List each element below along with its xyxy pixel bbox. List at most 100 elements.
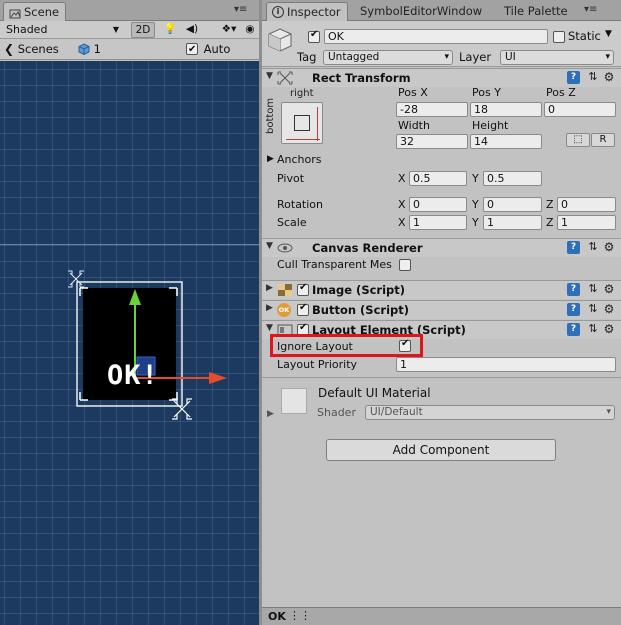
anchor-preset-button[interactable] (281, 102, 323, 144)
scene-viewport[interactable]: OK! (0, 61, 259, 625)
auto-save-checkbox[interactable] (186, 41, 198, 58)
add-component-button[interactable]: Add Component (326, 439, 556, 461)
preset-icon[interactable]: ⇅ (586, 283, 600, 296)
rect-transform-title: Rect Transform (312, 71, 411, 85)
anchor-preset-top-label: right (290, 88, 314, 99)
pos-z-field[interactable]: 0 (544, 102, 616, 117)
scale-z-field[interactable]: 1 (557, 215, 616, 230)
scale-x-label: X (398, 216, 406, 229)
button-ok-icon-text: OK (278, 306, 290, 314)
tab-inspector-label: Inspector (287, 5, 341, 19)
pos-y-field[interactable]: 18 (470, 102, 542, 117)
shader-dropdown[interactable]: UI/Default (365, 405, 615, 420)
scene-panel: Scene ▾≡ Shaded ▼ 2D 💡 ◀) ❖▾ ◉ ❮ Scenes (0, 0, 259, 625)
fold-down-icon[interactable]: ▼ (266, 323, 273, 333)
help-icon[interactable]: ? (567, 241, 580, 254)
help-icon[interactable]: ? (567, 323, 580, 336)
lighting-toggle[interactable]: 💡 (160, 22, 180, 38)
tab-symbol-editor[interactable]: SymbolEditorWindow (354, 2, 488, 21)
pivot-x-label: X (398, 172, 406, 185)
scene-tab[interactable]: Scene (3, 2, 67, 21)
rotation-y-field[interactable]: 0 (483, 197, 542, 212)
button-enabled-checkbox[interactable] (297, 302, 309, 316)
active-checkbox[interactable] (308, 29, 320, 43)
gameobject-cube-icon (267, 27, 293, 53)
preset-icon[interactable]: ⇅ (586, 303, 600, 316)
pivot-x-field[interactable]: 0.5 (409, 171, 467, 186)
fold-right-icon[interactable]: ▶ (266, 303, 273, 313)
button-script-header[interactable]: ▶ OK Button (Script) ? ⇅ ⚙ (262, 300, 621, 319)
preset-icon[interactable]: ⇅ (586, 323, 600, 336)
chevron-down-icon[interactable]: ▼ (605, 29, 612, 39)
prefab-count: 1 (93, 42, 101, 56)
image-script-header[interactable]: ▶ Image (Script) ? ⇅ ⚙ (262, 280, 621, 299)
fold-right-icon[interactable]: ▶ (266, 283, 273, 293)
pos-x-field[interactable]: -28 (396, 102, 468, 117)
panel-menu-icon[interactable]: ▾≡ (584, 3, 597, 17)
blueprint-mode-button[interactable]: ⬚ (566, 133, 590, 147)
static-checkbox[interactable] (553, 31, 565, 43)
prefab-crumb[interactable]: 1 (78, 41, 101, 58)
anchor-preset-square-icon (294, 115, 310, 131)
fold-right-icon[interactable]: ▶ (267, 409, 274, 419)
auto-save-toggle[interactable]: Auto Save (186, 41, 259, 73)
shading-mode-dropdown[interactable]: Shaded ▼ (2, 22, 122, 38)
preview-bar[interactable]: OK ⋮⋮ (262, 607, 621, 625)
raw-edit-label: R (599, 134, 607, 145)
fold-down-icon[interactable]: ▼ (266, 241, 273, 251)
gear-icon[interactable]: ⚙ (603, 283, 615, 296)
gear-icon[interactable]: ⚙ (603, 323, 615, 336)
gear-icon[interactable]: ⚙ (603, 71, 615, 84)
image-enabled-checkbox[interactable] (297, 282, 309, 296)
canvas-renderer-title: Canvas Renderer (312, 241, 423, 255)
rect-transform-header[interactable]: ▼ Rect Transform ? ⇅ ⚙ (262, 68, 621, 87)
cull-transparent-checkbox[interactable] (399, 259, 411, 271)
preset-icon[interactable]: ⇅ (586, 71, 600, 84)
fold-down-icon[interactable]: ▼ (266, 71, 273, 81)
pivot-y-label: Y (472, 172, 479, 185)
pivot-y-field[interactable]: 0.5 (483, 171, 542, 186)
gear-icon[interactable]: ⚙ (603, 241, 615, 254)
width-field[interactable]: 32 (396, 134, 468, 149)
back-to-scenes-button[interactable]: ❮ Scenes (4, 41, 59, 58)
panel-menu-icon[interactable]: ▾≡ (234, 3, 247, 17)
inspector-tab-bar: i Inspector SymbolEditorWindow Tile Pale… (262, 0, 621, 21)
layer-value: UI (505, 51, 516, 63)
audio-toggle[interactable]: ◀) (182, 22, 202, 38)
layout-priority-field[interactable]: 1 (396, 357, 616, 372)
object-name-field[interactable]: OK (324, 29, 548, 44)
scale-x-field[interactable]: 1 (409, 215, 467, 230)
canvas-renderer-header[interactable]: ▼ Canvas Renderer ? ⇅ ⚙ (262, 238, 621, 257)
tab-inspector[interactable]: i Inspector (266, 2, 348, 21)
preset-icon[interactable]: ⇅ (586, 241, 600, 254)
inspector-panel: i Inspector SymbolEditorWindow Tile Pale… (262, 0, 621, 625)
layer-dropdown[interactable]: UI (500, 50, 614, 65)
help-icon[interactable]: ? (567, 303, 580, 316)
scene-tab-label: Scene (24, 5, 60, 19)
hidden-objects-toggle[interactable]: ◉ (242, 22, 258, 38)
rotation-x-field[interactable]: 0 (409, 197, 467, 212)
component-tools: ? ⇅ ⚙ (567, 303, 615, 317)
tag-dropdown[interactable]: Untagged (323, 50, 453, 65)
mode-2d-button[interactable]: 2D (131, 22, 155, 38)
effects-dropdown[interactable]: ❖▾ (216, 22, 242, 38)
rotation-z-field[interactable]: 0 (557, 197, 616, 212)
preview-menu-icon[interactable]: ⋮⋮ (289, 609, 311, 622)
raw-edit-button[interactable]: R (591, 133, 615, 147)
scene-toolbar: Shaded ▼ 2D 💡 ◀) ❖▾ ◉ (0, 21, 259, 39)
eye-icon: ◉ (245, 23, 255, 35)
scale-y-field[interactable]: 1 (483, 215, 542, 230)
gear-icon[interactable]: ⚙ (603, 303, 615, 316)
help-icon[interactable]: ? (567, 71, 580, 84)
rect-transform-icon (277, 71, 293, 85)
selected-button-gizmo[interactable] (0, 61, 259, 625)
scene-tab-icon (9, 6, 21, 19)
rotation-x-label: X (398, 198, 406, 211)
pos-z-label: Pos Z (546, 86, 576, 99)
help-icon[interactable]: ? (567, 283, 580, 296)
material-preview[interactable] (281, 388, 307, 414)
tab-tile-palette[interactable]: Tile Palette (498, 2, 574, 21)
anchors-fold-icon[interactable]: ▶ (267, 154, 274, 164)
anchors-label[interactable]: Anchors (277, 153, 322, 166)
height-field[interactable]: 14 (470, 134, 542, 149)
